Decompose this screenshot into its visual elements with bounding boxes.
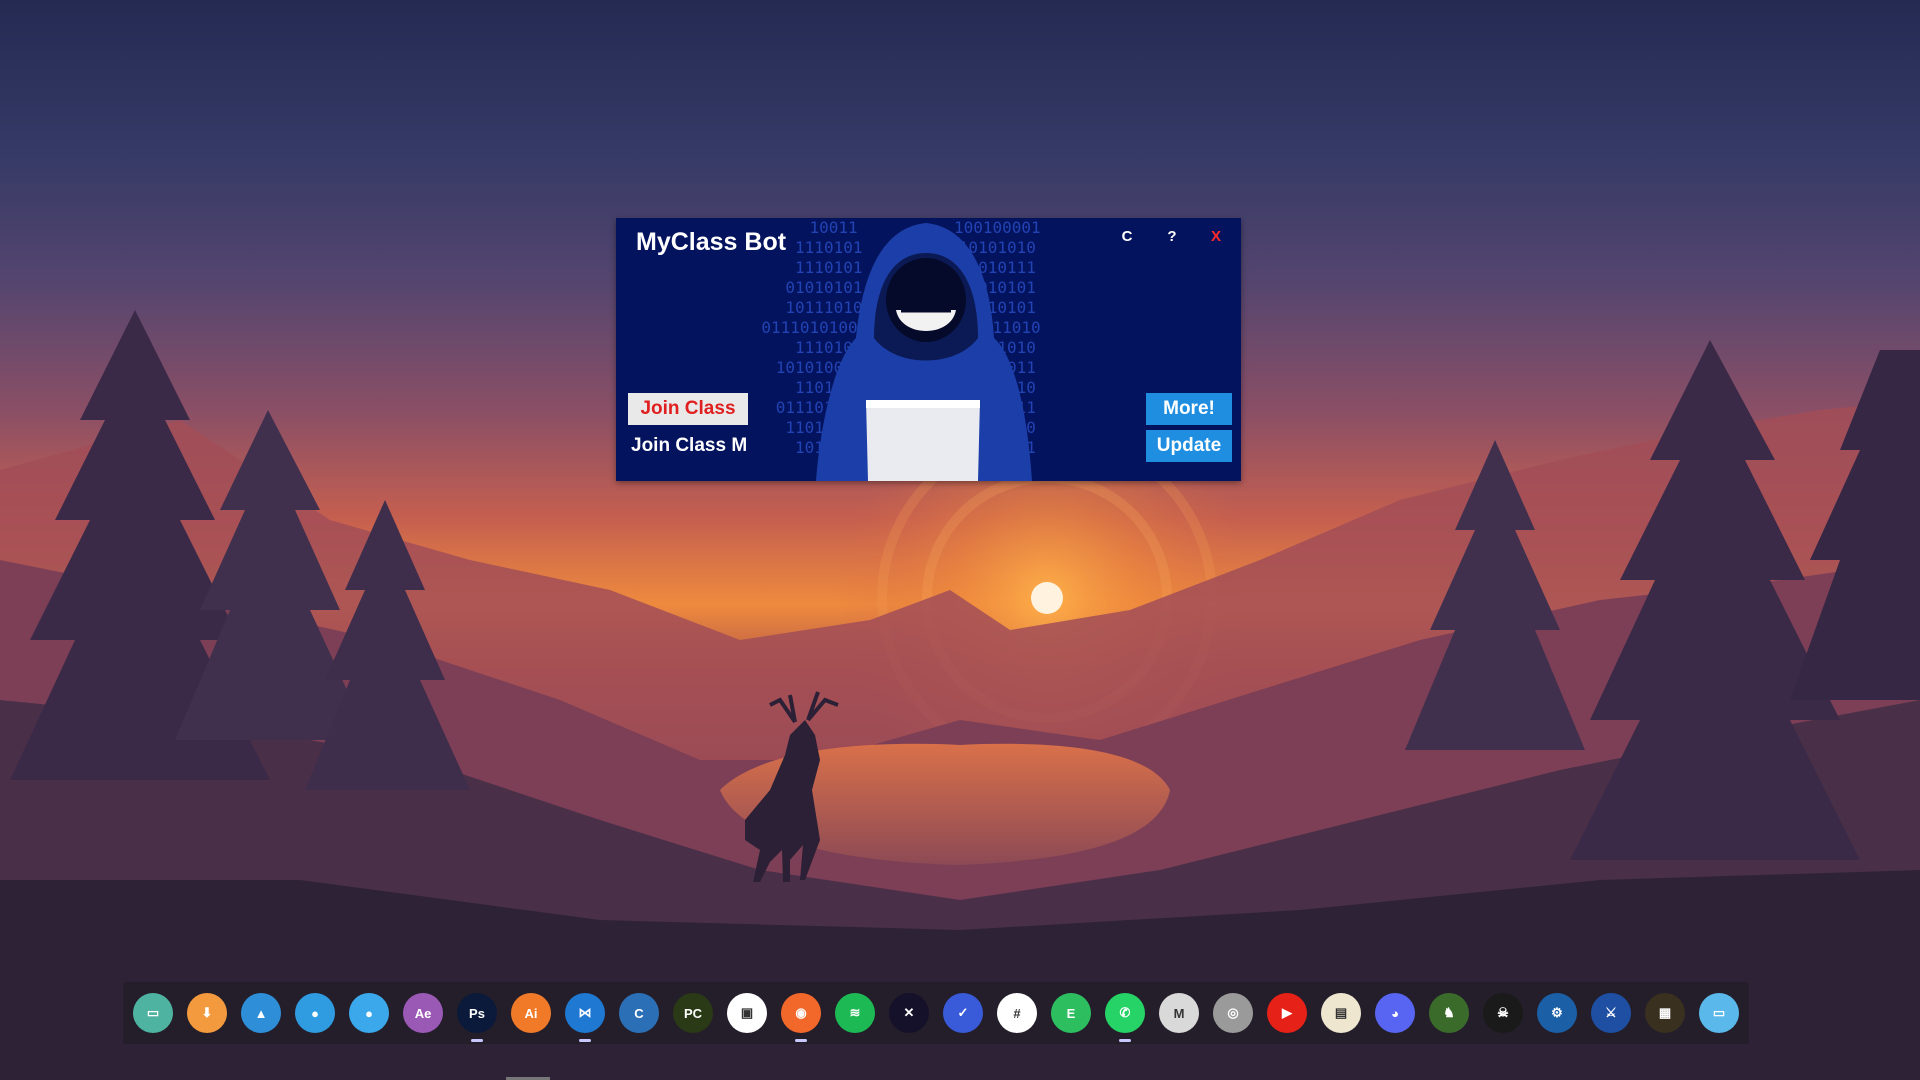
user-upload-icon-glyph: ● [311, 1005, 319, 1021]
vscode-icon[interactable]: ⋈ [565, 993, 605, 1042]
youtube-icon[interactable]: ▶ [1267, 993, 1307, 1033]
firefox-icon[interactable]: ◉ [781, 993, 821, 1042]
pycharm-icon-glyph: PC [683, 1005, 703, 1021]
pycharm-icon[interactable]: PC [673, 993, 713, 1033]
whatsapp-icon[interactable]: ✆ [1105, 993, 1145, 1042]
photos-icon[interactable]: ▲ [241, 993, 281, 1033]
user-transfer-icon[interactable]: ● [349, 993, 389, 1033]
team-app-icon[interactable]: ⚔ [1591, 993, 1631, 1033]
spotify-icon-glyph: ≋ [849, 1005, 861, 1020]
update-button[interactable]: Update [1146, 430, 1232, 462]
tasks-check-icon[interactable]: ✓ [943, 993, 983, 1033]
photoshop-icon-glyph: Ps [469, 1005, 485, 1021]
close-button[interactable]: X [1205, 226, 1227, 248]
screen-share-icon[interactable]: ▣ [727, 993, 767, 1033]
tasks-check-icon-glyph: ✓ [957, 1005, 969, 1020]
app-title: MyClass Bot [636, 228, 787, 256]
photos-icon-glyph: ▲ [254, 1005, 268, 1021]
discord-icon-glyph: ◕ [1391, 1005, 1399, 1021]
game-dragon-icon-glyph: ♞ [1443, 1005, 1455, 1020]
game-shooter-icon[interactable]: ☠ [1483, 993, 1523, 1033]
spotify-icon[interactable]: ≋ [835, 993, 875, 1033]
desktop-icon[interactable]: ▭ [133, 993, 173, 1033]
screen-share-icon-glyph: ▣ [740, 1005, 754, 1020]
c-language-icon-glyph: C [634, 1005, 644, 1021]
archive-icon-glyph: ▦ [1658, 1005, 1672, 1020]
after-effects-icon-glyph: Ae [414, 1005, 432, 1021]
game-dragon-icon[interactable]: ♞ [1429, 993, 1469, 1033]
youtube-icon-glyph: ▶ [1282, 1005, 1292, 1020]
user-transfer-icon-glyph: ● [365, 1005, 373, 1021]
steam-icon[interactable]: ⚙ [1537, 993, 1577, 1033]
desktop-icon-glyph: ▭ [146, 1005, 160, 1020]
document-viewer-icon[interactable]: ▤ [1321, 993, 1361, 1033]
gmail-icon[interactable]: M [1159, 993, 1199, 1033]
firefox-icon-glyph: ◉ [795, 1005, 807, 1020]
document-viewer-icon-glyph: ▤ [1334, 1005, 1348, 1020]
slack-icon[interactable]: # [997, 993, 1037, 1033]
download-icon[interactable]: ⬇ [187, 993, 227, 1033]
camera-icon-glyph: ◎ [1227, 1005, 1239, 1020]
game-shooter-icon-glyph: ☠ [1497, 1005, 1509, 1020]
after-effects-icon[interactable]: Ae [403, 993, 443, 1033]
hacker-tool-icon-glyph: ✕ [903, 1005, 915, 1020]
archive-icon[interactable]: ▦ [1645, 993, 1685, 1033]
running-indicator [1119, 1039, 1131, 1042]
gmail-icon-glyph: M [1173, 1005, 1185, 1021]
refresh-c-button[interactable]: C [1116, 226, 1138, 248]
desktop-wallpaper [0, 310, 1920, 1080]
join-class-m-label[interactable]: Join Class M [631, 435, 747, 457]
hooded-hacker-illustration [816, 223, 1032, 481]
camera-icon[interactable]: ◎ [1213, 993, 1253, 1033]
folder-drive-icon-glyph: ▭ [1712, 1005, 1726, 1020]
hacker-tool-icon[interactable]: ✕ [889, 993, 929, 1033]
running-indicator [579, 1039, 591, 1042]
user-upload-icon[interactable]: ● [295, 993, 335, 1033]
photoshop-icon[interactable]: Ps [457, 993, 497, 1042]
whatsapp-icon-glyph: ✆ [1119, 1005, 1131, 1020]
team-app-icon-glyph: ⚔ [1605, 1005, 1617, 1020]
evernote-icon-glyph: E [1066, 1005, 1076, 1021]
taskbar-dock: ▭ ⬇ ▲ ● ● Ae Ps Ai ⋈ C PC ▣ ◉ ≋ ✕ ✓ # E ✆ M ◎ ▶ ▤ ◕ ♞ ☠ ⚙ ⚔ ▦ ▭ [123, 982, 1749, 1044]
illustrator-icon[interactable]: Ai [511, 993, 551, 1033]
discord-icon[interactable]: ◕ [1375, 993, 1415, 1033]
running-indicator [471, 1039, 483, 1042]
more-button[interactable]: More! [1146, 393, 1232, 425]
running-indicator [795, 1039, 807, 1042]
download-icon-glyph: ⬇ [201, 1005, 213, 1020]
illustrator-icon-glyph: Ai [524, 1005, 538, 1021]
c-language-icon[interactable]: C [619, 993, 659, 1033]
evernote-icon[interactable]: E [1051, 993, 1091, 1033]
vscode-icon-glyph: ⋈ [578, 1005, 592, 1020]
myclass-bot-window: 10011 100100001 1110101 10101010 1110101… [616, 218, 1241, 481]
folder-drive-icon[interactable]: ▭ [1699, 993, 1739, 1033]
join-class-button[interactable]: Join Class [628, 393, 748, 425]
steam-icon-glyph: ⚙ [1551, 1005, 1563, 1020]
slack-icon-glyph: # [1013, 1005, 1021, 1021]
help-button[interactable]: ? [1161, 226, 1183, 248]
